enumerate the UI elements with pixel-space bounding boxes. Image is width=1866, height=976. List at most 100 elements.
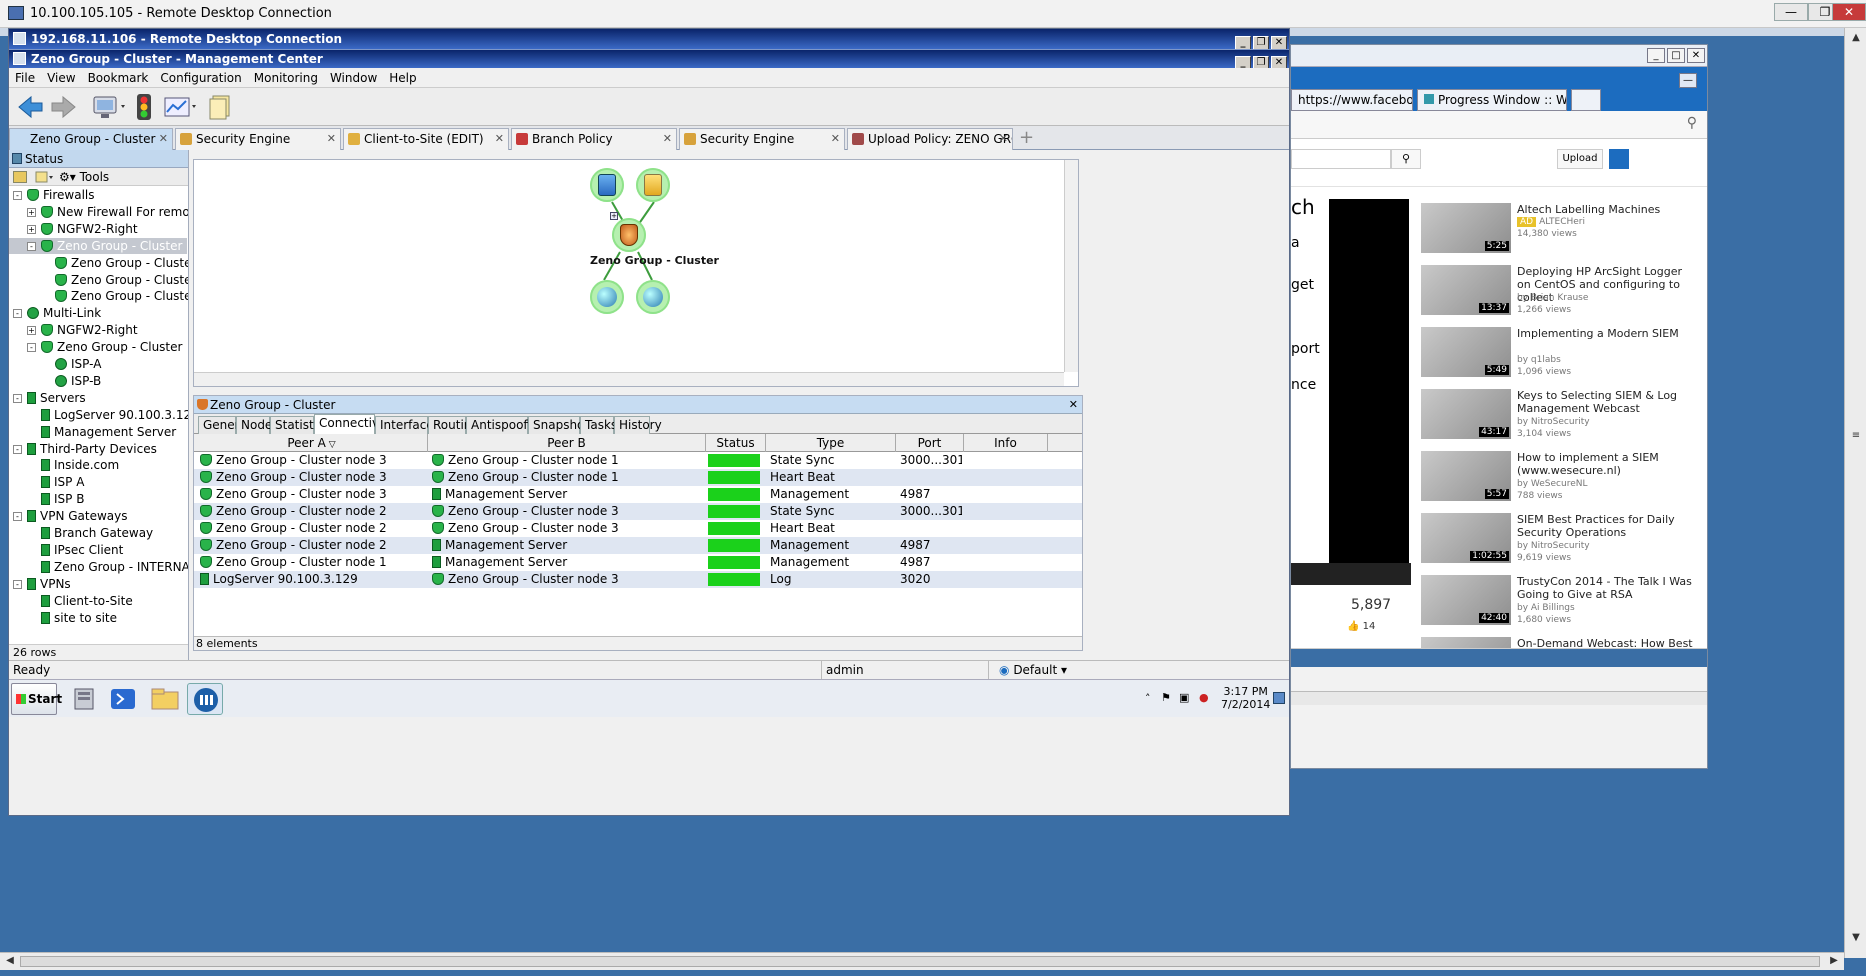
details-tab[interactable]: History — [614, 416, 662, 434]
scroll-thumb[interactable] — [20, 956, 1820, 967]
editor-tab[interactable]: Client-to-Site (EDIT) ✕ — [343, 128, 509, 150]
browser-tab-progress[interactable]: Progress Window :: Wi ✕ — [1417, 89, 1567, 111]
flag-icon[interactable]: ⚑ — [1161, 691, 1171, 704]
tree-item[interactable]: ISP-A — [9, 356, 187, 372]
details-tab[interactable]: Routing — [428, 416, 479, 434]
expand-icon[interactable]: + — [27, 207, 36, 217]
video-player[interactable] — [1329, 199, 1409, 579]
outer-vertical-scrollbar[interactable]: ▲ ≡ ▼ — [1844, 28, 1866, 958]
video-title[interactable]: Keys to Selecting SIEM & Log Management … — [1517, 389, 1697, 415]
column-header[interactable]: Type — [766, 434, 896, 452]
show-desktop-button[interactable] — [1273, 692, 1285, 704]
management-center-task-icon[interactable] — [187, 683, 223, 715]
collapse-icon[interactable]: - — [13, 309, 22, 319]
video-thumbnail[interactable]: 13:37 — [1421, 265, 1511, 315]
rdp-restore-button[interactable]: ❐ — [1253, 36, 1269, 50]
tree-item[interactable]: - Zeno Group - Cluster — [9, 339, 187, 355]
collapse-icon[interactable]: - — [13, 191, 22, 200]
editor-tab[interactable]: Upload Policy: ZENO GROUP PO...✕ — [847, 128, 1013, 150]
details-tab[interactable]: Snapshots — [528, 416, 595, 434]
powershell-icon[interactable] — [105, 683, 141, 715]
scroll-down-icon[interactable]: ▼ — [1848, 930, 1864, 946]
tray-expand-icon[interactable]: ˄ — [1145, 692, 1151, 705]
menu-monitoring[interactable]: Monitoring — [248, 68, 324, 88]
tree-item[interactable]: IPsec Client — [9, 542, 187, 558]
video-thumbnail[interactable]: 42:40 — [1421, 575, 1511, 625]
tree-item[interactable]: - Servers — [9, 390, 187, 406]
browser-maximize-button[interactable]: □ — [1667, 48, 1685, 63]
outer-horizontal-scrollbar[interactable]: ◀ ▶ — [0, 952, 1844, 970]
tree-item[interactable]: + NGFW2-Right — [9, 221, 187, 237]
tree-item[interactable]: - VPN Gateways — [9, 508, 187, 524]
tree-item[interactable]: - Multi-Link — [9, 305, 187, 321]
browser-minimize-button[interactable]: _ — [1647, 48, 1665, 63]
tree-item[interactable]: - VPNs — [9, 576, 187, 592]
details-tab[interactable]: Connectivity — [314, 414, 394, 434]
tree-item[interactable]: Client-to-Site — [9, 593, 187, 609]
tree-item[interactable]: Zeno Group - Cluster nod... — [9, 288, 188, 304]
collapse-icon[interactable]: - — [13, 579, 22, 589]
tree-item[interactable]: ISP A — [9, 474, 187, 490]
related-video[interactable]: 42:40 TrustyCon 2014 - The Talk I Was Goi… — [1421, 571, 1701, 633]
tab-close-icon[interactable]: ✕ — [663, 129, 672, 149]
related-video[interactable]: 5:49 Implementing a Modern SIEM by q1labs 1… — [1421, 323, 1701, 385]
chart-icon[interactable] — [163, 93, 199, 121]
tree-item[interactable]: Zeno Group - Cluster nod... — [9, 255, 188, 271]
related-video[interactable]: 5:57 How to implement a SIEM (www.wesecur… — [1421, 447, 1701, 509]
browser-tab-menu[interactable]: — — [1679, 73, 1697, 88]
video-controls[interactable] — [1291, 563, 1411, 585]
tree-item[interactable]: + NGFW2-Right — [9, 322, 187, 338]
tab-close-icon[interactable]: ✕ — [999, 129, 1008, 149]
management-server-node[interactable] — [636, 168, 670, 202]
menu-configuration[interactable]: Configuration — [154, 68, 247, 88]
details-tab[interactable]: Antispoofing — [466, 416, 546, 434]
tab-close-icon[interactable]: ✕ — [495, 129, 504, 149]
rdp-close-button[interactable]: ✕ — [1271, 36, 1287, 50]
tree-item[interactable]: site to site — [9, 610, 187, 626]
collapse-icon[interactable]: - — [13, 512, 22, 522]
table-row[interactable]: Zeno Group - Cluster node 1 Management Se… — [194, 554, 1082, 571]
tree-item[interactable]: ISP B — [9, 491, 187, 507]
column-header[interactable]: Port — [896, 434, 964, 452]
tree-item[interactable]: Zeno Group - Cluster nod... — [9, 272, 188, 288]
diagram-hscroll[interactable] — [194, 372, 1064, 386]
browser-zoom-icon[interactable]: ⚲ — [1687, 115, 1697, 131]
collapse-icon[interactable]: - — [27, 343, 36, 353]
outer-close-button[interactable]: ✕ — [1832, 3, 1866, 21]
details-tab[interactable]: Statistics — [270, 416, 330, 434]
table-row[interactable]: Zeno Group - Cluster node 2 Management Se… — [194, 537, 1082, 554]
tools-menu-button[interactable]: ⚙▾ Tools — [59, 168, 109, 186]
server-manager-icon[interactable] — [67, 683, 103, 715]
video-thumbnail[interactable]: 5:49 — [1421, 327, 1511, 377]
volume-muted-icon[interactable]: ● — [1199, 691, 1209, 704]
details-tab[interactable]: Tasks — [580, 416, 617, 434]
browser-hscroll[interactable] — [1291, 691, 1707, 705]
like-icon[interactable]: 👍 14 — [1347, 621, 1375, 632]
column-header[interactable]: Peer B — [428, 434, 706, 452]
rdp-minimize-button[interactable]: _ — [1235, 36, 1251, 50]
tree-item[interactable]: - Zeno Group - Cluster — [9, 237, 187, 254]
tab-close-icon[interactable]: ✕ — [327, 129, 336, 149]
network-icon[interactable]: ▣ — [1179, 691, 1189, 704]
column-header[interactable]: Info — [964, 434, 1048, 452]
scroll-up-icon[interactable]: ▲ — [1848, 30, 1864, 46]
browser-new-tab-button[interactable] — [1571, 89, 1601, 111]
column-header[interactable]: Peer A ▽ — [196, 434, 428, 452]
browser-address-bar[interactable]: ⚲ — [1291, 111, 1707, 139]
scroll-right-icon[interactable]: ▶ — [1826, 953, 1842, 969]
related-video[interactable]: 1:02:55 SIEM Best Practices for Daily Sec… — [1421, 509, 1701, 571]
table-row[interactable]: Zeno Group - Cluster node 3 Zeno Group - … — [194, 452, 1082, 469]
tab-close-icon[interactable]: ✕ — [831, 129, 840, 149]
forward-arrow-icon[interactable] — [49, 93, 79, 121]
editor-tab[interactable]: Zeno Group - Cluster ✕ — [9, 128, 173, 150]
video-title[interactable]: TrustyCon 2014 - The Talk I Was Going to… — [1517, 575, 1697, 601]
outer-minimize-button[interactable]: — — [1774, 3, 1808, 21]
back-arrow-icon[interactable] — [15, 93, 45, 121]
tree-item[interactable]: LogServer 90.100.3.129 — [9, 407, 188, 423]
video-thumbnail[interactable]: 5:57 — [1421, 451, 1511, 501]
expand-node-button[interactable]: + — [610, 212, 618, 220]
related-video[interactable]: 13:37 Deploying HP ArcSight Logger on Cen… — [1421, 261, 1701, 323]
profile-dropdown[interactable]: ◉ Default ▾ — [999, 661, 1079, 679]
video-title[interactable]: How to implement a SIEM (www.wesecure.nl… — [1517, 451, 1697, 477]
folder-up-icon[interactable] — [13, 171, 27, 183]
